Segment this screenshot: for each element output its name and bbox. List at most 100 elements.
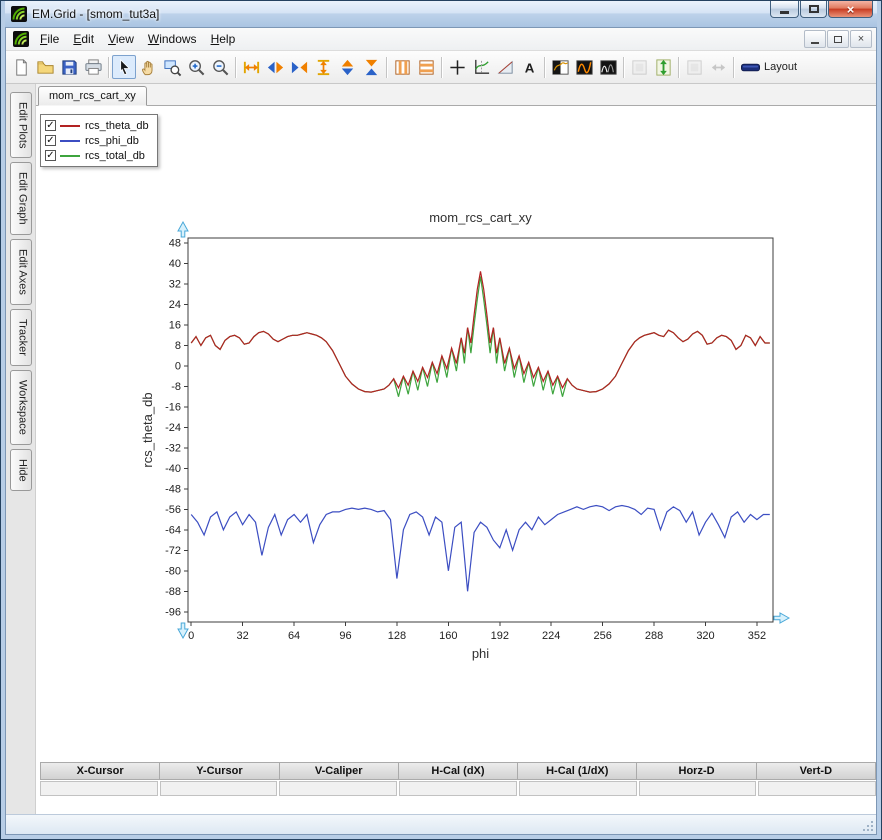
menu-file[interactable]: File (33, 29, 66, 49)
app-icon[interactable] (11, 6, 27, 22)
shrink-vertical-button[interactable] (359, 55, 383, 79)
save-icon (60, 58, 79, 77)
legend-item-rcs-theta-db[interactable]: ✓ rcs_theta_db (45, 118, 149, 133)
child-minimize-button[interactable] (804, 30, 826, 48)
plot-dark-orange-icon (575, 58, 594, 77)
axis-arrow-right-icon[interactable] (774, 613, 789, 623)
child-close-icon: × (858, 34, 864, 45)
minimize-button[interactable] (770, 1, 799, 18)
client-area: FileEditViewWindowsHelp × A Layout Edit P… (5, 27, 877, 835)
sidebar-tab-edit-plots[interactable]: Edit Plots (10, 92, 32, 158)
zoom-out-icon (211, 58, 230, 77)
cross-marker-button[interactable] (445, 55, 469, 79)
shrink-horizontal-button[interactable] (287, 55, 311, 79)
pan-button[interactable] (136, 55, 160, 79)
document-tab[interactable]: mom_rcs_cart_xy (38, 86, 147, 106)
app-window: EM.Grid - [smom_tut3a] × FileEditViewWin… (0, 0, 882, 840)
fit-page-vertical-button[interactable] (651, 55, 675, 79)
axis-arrow-up-icon[interactable] (178, 222, 188, 237)
legend-label: rcs_total_db (85, 150, 145, 162)
invert-plot-colors-button[interactable] (548, 55, 572, 79)
y-tick-label: -48 (165, 483, 181, 495)
fit-vertical-button[interactable] (311, 55, 335, 79)
dark-multi-plot-style-button[interactable] (596, 55, 620, 79)
legend-label: rcs_theta_db (85, 120, 149, 132)
plot-area[interactable]: mom_rcs_cart_xy484032241680-8-16-24-32-4… (36, 106, 876, 746)
h-out-icon (266, 58, 285, 77)
chart-container[interactable]: mom_rcs_cart_xy484032241680-8-16-24-32-4… (36, 106, 876, 751)
legend-item-rcs-phi-db[interactable]: ✓rcs_phi_db (45, 133, 149, 148)
menu-edit[interactable]: Edit (66, 29, 101, 49)
sidebar: Edit Plots Edit Graph Edit Axes Tracker Work… (6, 84, 36, 814)
maximize-button[interactable] (800, 1, 827, 18)
close-icon: × (847, 3, 855, 16)
child-minimize-icon (811, 42, 819, 44)
y-tick-label: -64 (165, 524, 181, 536)
menu-windows[interactable]: Windows (141, 29, 204, 49)
toolbar-separator (733, 57, 734, 78)
zoom-out-button[interactable] (208, 55, 232, 79)
text-annotation-button[interactable]: A (517, 55, 541, 79)
menu-help[interactable]: Help (204, 29, 243, 49)
readout-header-v-caliper: V-Caliper (280, 762, 399, 780)
new-file-button[interactable] (9, 55, 33, 79)
legend-checkbox-rcs-theta-db[interactable]: ✓ (45, 120, 56, 131)
expand-horizontal-button[interactable] (263, 55, 287, 79)
content-area: mom_rcs_cart_xy ✓rcs_theta_db✓rcs_phi_db… (36, 84, 876, 814)
sidebar-tab-edit-graph[interactable]: Edit Graph (10, 162, 32, 235)
tracker-tool-button[interactable] (469, 55, 493, 79)
title-bar[interactable]: EM.Grid - [smom_tut3a] × (5, 1, 877, 27)
legend-item-rcs-total-db[interactable]: ✓ rcs_total_db (45, 148, 149, 163)
fit-width-button (706, 55, 730, 79)
horizontal-grid-button[interactable] (414, 55, 438, 79)
vertical-grid-button[interactable] (390, 55, 414, 79)
child-close-button[interactable]: × (850, 30, 872, 48)
readout-value-v-caliper (279, 781, 397, 796)
sidebar-tab-edit-axes[interactable]: Edit Axes (10, 239, 32, 305)
sidebar-tab-tracker[interactable]: Tracker (10, 309, 32, 366)
slope-marker-icon (496, 58, 515, 77)
child-restore-button[interactable] (827, 30, 849, 48)
sidebar-tab-hide[interactable]: Hide (10, 449, 32, 492)
toolbar: A Layout (6, 51, 876, 84)
axis-arrow-down-icon[interactable] (178, 623, 188, 638)
y-tick-label: -16 (165, 401, 181, 413)
print-button[interactable] (81, 55, 105, 79)
select-pointer-button[interactable] (112, 55, 136, 79)
v-out-icon (338, 58, 357, 77)
y-axis-label: rcs_theta_db (140, 392, 155, 467)
x-tick-label: 160 (439, 630, 457, 642)
cursor-readout-table: X-CursorY-CursorV-CaliperH-Cal (dX)H-Cal… (40, 762, 876, 796)
status-bar (6, 814, 876, 834)
zoom-window-button[interactable] (160, 55, 184, 79)
legend-checkbox-rcs-phi-db[interactable]: ✓ (45, 135, 56, 146)
layout-label: Layout (764, 61, 797, 73)
dark-plot-style-button[interactable] (572, 55, 596, 79)
close-button[interactable]: × (828, 1, 873, 18)
open-file-button[interactable] (33, 55, 57, 79)
slope-marker-button[interactable] (493, 55, 517, 79)
legend-checkbox-rcs-total-db[interactable]: ✓ (45, 150, 56, 161)
legend-box[interactable]: ✓rcs_theta_db✓rcs_phi_db✓rcs_total_db (40, 114, 158, 167)
maximize-icon (809, 5, 819, 13)
menu-view[interactable]: View (101, 29, 141, 49)
sidebar-tab-workspace[interactable]: Workspace (10, 370, 32, 445)
toolbar-separator (386, 57, 387, 78)
x-tick-label: 320 (696, 630, 714, 642)
readout-value-y-cursor (160, 781, 278, 796)
resize-grip-icon[interactable] (861, 819, 875, 833)
expand-vertical-button[interactable] (335, 55, 359, 79)
h-fit-icon (242, 58, 261, 77)
x-tick-label: 224 (542, 630, 560, 642)
zoom-in-button[interactable] (184, 55, 208, 79)
y-tick-label: -88 (165, 586, 181, 598)
layout-button[interactable]: Layout (737, 55, 801, 79)
plot-canvas[interactable]: ✓rcs_theta_db✓rcs_phi_db✓rcs_total_db mo… (36, 106, 876, 762)
document-window-icon[interactable] (13, 31, 29, 47)
fit-horizontal-button[interactable] (239, 55, 263, 79)
legend-line-swatch (60, 155, 80, 157)
save-file-button[interactable] (57, 55, 81, 79)
pan-hand-icon (139, 58, 158, 77)
readout-header-h-cal-dx: H-Cal (dX) (399, 762, 518, 780)
readout-header-x-cursor: X-Cursor (40, 762, 160, 780)
